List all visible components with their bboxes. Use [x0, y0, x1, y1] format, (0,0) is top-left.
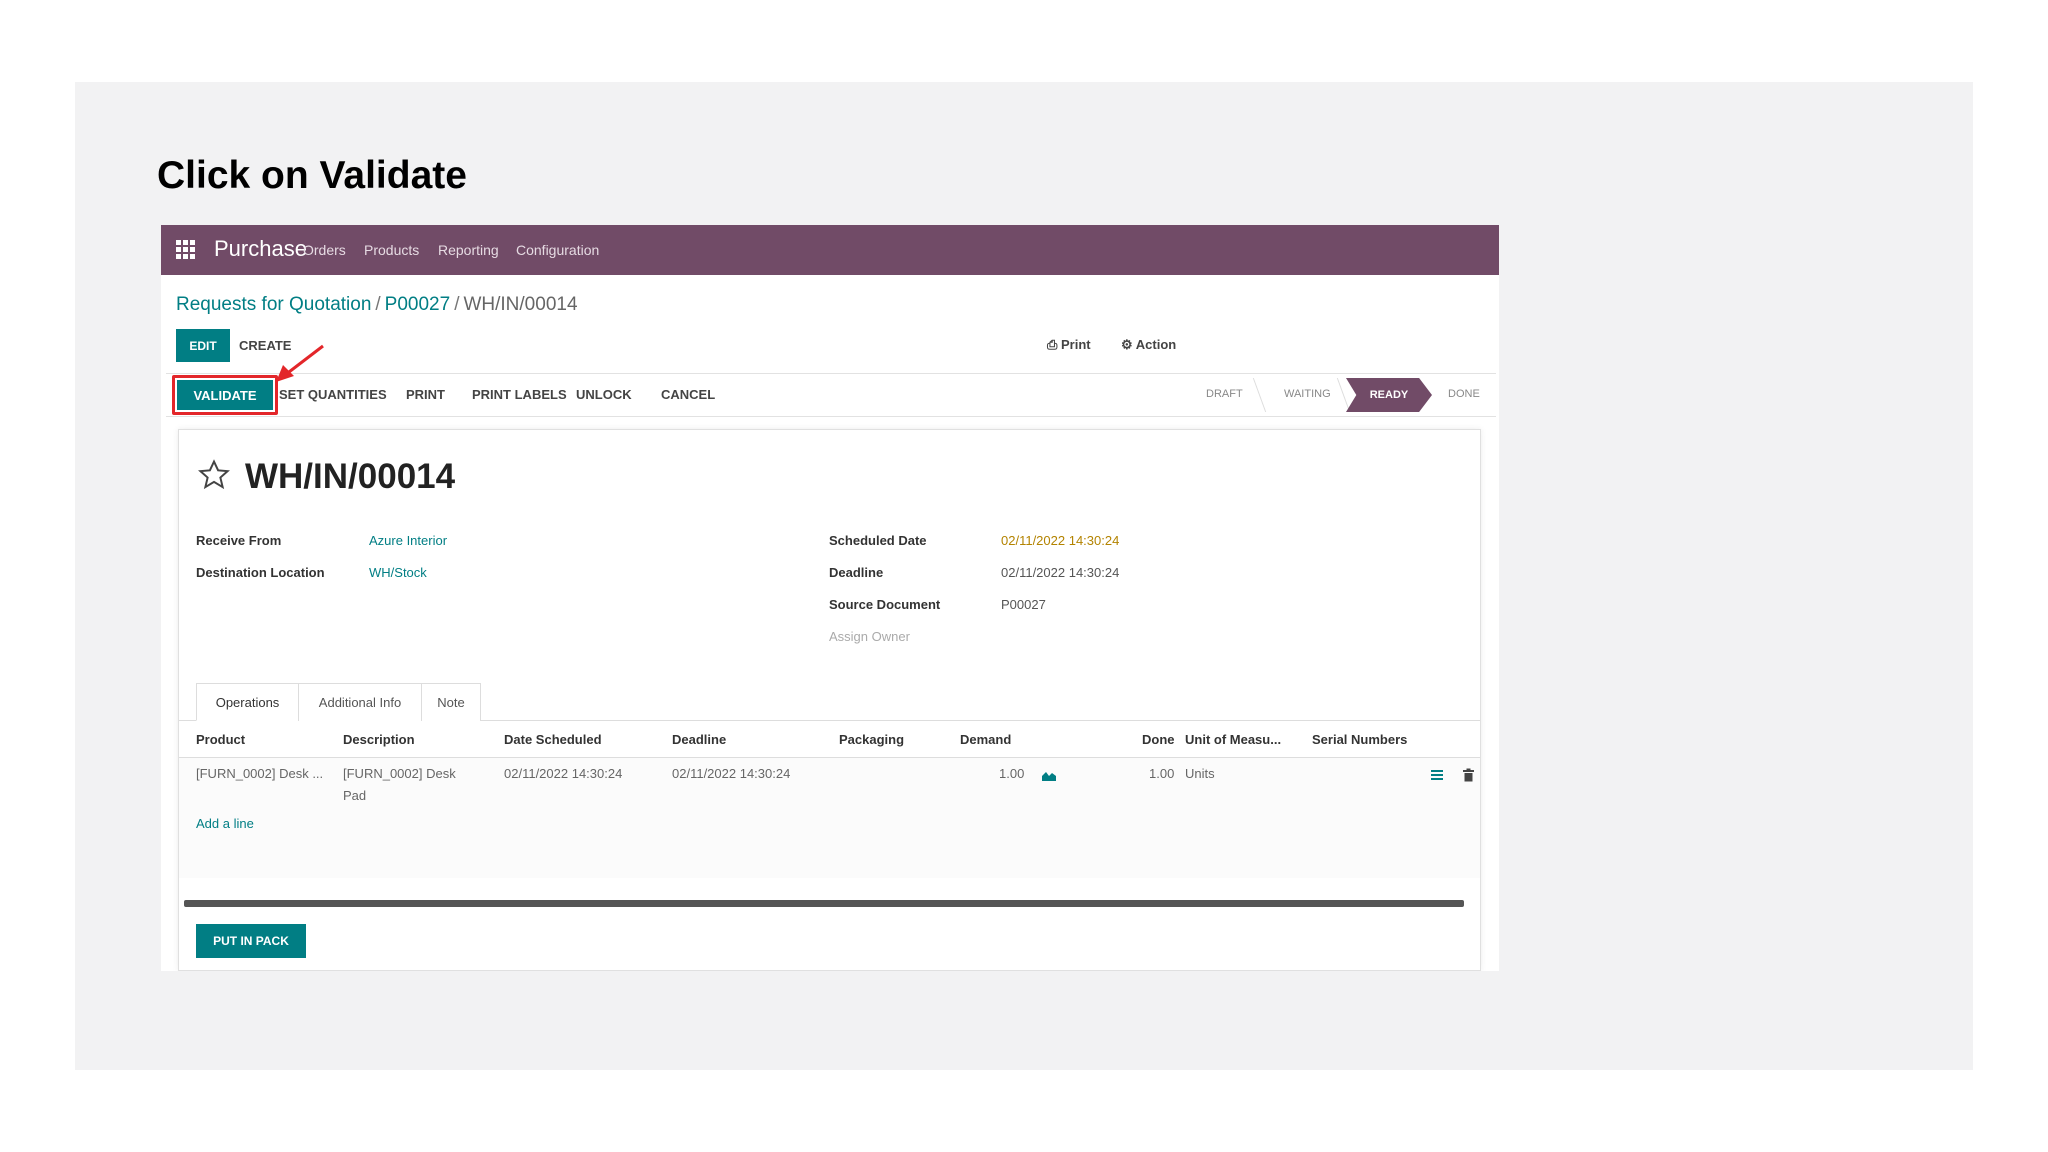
stage-waiting: WAITING: [1284, 388, 1331, 400]
action-menu[interactable]: ⚙ Action: [1121, 337, 1176, 353]
breadcrumb-po[interactable]: P00027: [385, 294, 451, 315]
breadcrumb-rfq[interactable]: Requests for Quotation: [176, 294, 371, 315]
scheduled-date-value[interactable]: 02/11/2022 14:30:24: [1001, 533, 1119, 548]
cell-done[interactable]: 1.00: [1149, 766, 1174, 781]
top-navbar: Purchase Orders Products Reporting Confi…: [161, 225, 1499, 275]
cell-product[interactable]: [FURN_0002] Desk ...: [196, 766, 323, 781]
set-quantities-button[interactable]: SET QUANTITIES: [279, 387, 387, 402]
create-button[interactable]: CREATE: [239, 329, 291, 362]
edit-button[interactable]: EDIT: [176, 329, 230, 362]
col-product[interactable]: Product: [196, 732, 245, 747]
receive-from-value[interactable]: Azure Interior: [369, 533, 447, 548]
detailed-operations-list-icon[interactable]: [1430, 768, 1444, 782]
cell-description-line2[interactable]: Pad: [343, 788, 366, 803]
col-done[interactable]: Done: [1142, 732, 1175, 747]
cancel-button[interactable]: CANCEL: [661, 387, 715, 402]
assign-owner-link[interactable]: Assign Owner: [829, 629, 910, 644]
put-in-pack-button[interactable]: PUT IN PACK: [196, 924, 306, 958]
col-demand[interactable]: Demand: [960, 732, 1011, 747]
app-name[interactable]: Purchase: [214, 236, 307, 262]
horizontal-scrollbar[interactable]: [184, 900, 1464, 907]
stage-done: DONE: [1448, 388, 1480, 400]
scheduled-date-label: Scheduled Date: [829, 533, 927, 548]
source-document-value[interactable]: P00027: [1001, 597, 1046, 612]
menu-reporting[interactable]: Reporting: [438, 242, 499, 258]
tab-additional-info[interactable]: Additional Info: [298, 683, 422, 721]
col-serial-numbers[interactable]: Serial Numbers: [1312, 732, 1407, 747]
add-a-line-link[interactable]: Add a line: [196, 816, 254, 831]
cell-description-line1[interactable]: [FURN_0002] Desk: [343, 766, 456, 781]
deadline-label: Deadline: [829, 565, 884, 580]
menu-orders[interactable]: Orders: [303, 242, 346, 258]
print-labels-button[interactable]: PRINT LABELS: [472, 387, 567, 402]
form-sheet: WH/IN/00014 Receive From Azure Interior …: [178, 429, 1481, 971]
col-description[interactable]: Description: [343, 732, 415, 747]
source-document-label: Source Document: [829, 597, 941, 612]
print-button[interactable]: PRINT: [406, 387, 445, 402]
instruction-heading: Click on Validate: [157, 154, 467, 197]
col-unit-of-measure[interactable]: Unit of Measu...: [1185, 732, 1281, 747]
tab-note[interactable]: Note: [421, 683, 481, 721]
validate-highlight-box: [172, 375, 278, 415]
deadline-value[interactable]: 02/11/2022 14:30:24: [1001, 565, 1119, 580]
cell-demand[interactable]: 1.00: [999, 766, 1024, 781]
slide-background: Click on Validate Purchase Orders Produc…: [75, 82, 1973, 1070]
col-packaging[interactable]: Packaging: [839, 732, 904, 747]
odoo-screenshot: Purchase Orders Products Reporting Confi…: [161, 225, 1499, 971]
tab-operations[interactable]: Operations: [196, 683, 299, 721]
stage-draft: DRAFT: [1206, 388, 1243, 400]
apps-grid-icon[interactable]: [176, 240, 196, 260]
star-icon[interactable]: [197, 458, 231, 492]
record-title: WH/IN/00014: [245, 457, 456, 496]
col-date-scheduled[interactable]: Date Scheduled: [504, 732, 602, 747]
unlock-button[interactable]: UNLOCK: [576, 387, 632, 402]
col-deadline[interactable]: Deadline: [672, 732, 726, 747]
destination-label: Destination Location: [196, 565, 325, 580]
breadcrumb-current: WH/IN/00014: [463, 294, 578, 315]
forecast-chart-icon[interactable]: [1041, 768, 1057, 782]
status-bar: VALIDATE SET QUANTITIES PRINT PRINT LABE…: [166, 373, 1496, 417]
cell-uom[interactable]: Units: [1185, 766, 1215, 781]
trash-icon[interactable]: [1462, 768, 1475, 782]
cell-deadline[interactable]: 02/11/2022 14:30:24: [672, 766, 790, 781]
breadcrumb: Requests for Quotation / P00027/WH/IN/0001…: [176, 294, 578, 315]
cell-date-scheduled[interactable]: 02/11/2022 14:30:24: [504, 766, 622, 781]
menu-configuration[interactable]: Configuration: [516, 242, 599, 258]
stage-ready: READY: [1346, 378, 1432, 412]
destination-value[interactable]: WH/Stock: [369, 565, 427, 580]
print-menu[interactable]: ⎙ Print: [1047, 337, 1091, 353]
receive-from-label: Receive From: [196, 533, 282, 548]
menu-products[interactable]: Products: [364, 242, 419, 258]
